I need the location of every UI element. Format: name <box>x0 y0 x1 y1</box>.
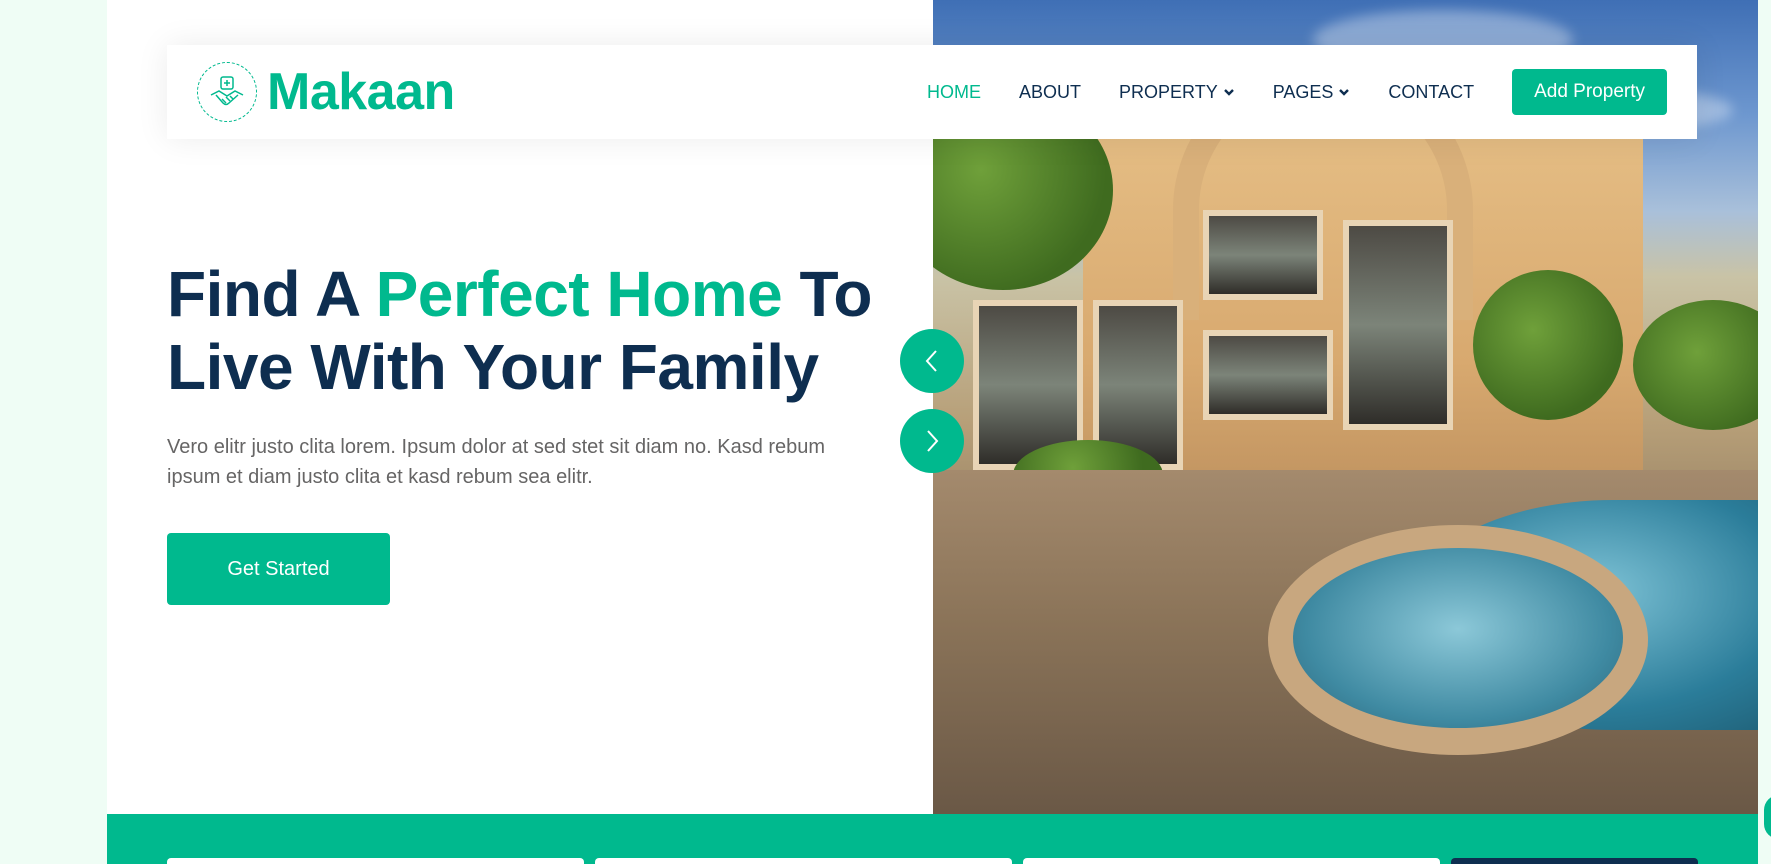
search-button[interactable] <box>1451 858 1698 864</box>
nav-home-label: HOME <box>927 81 981 102</box>
get-started-button[interactable]: Get Started <box>167 533 390 605</box>
hero-title-accent: Perfect Home <box>375 258 783 330</box>
search-keyword-field[interactable] <box>167 858 584 864</box>
brand-name: Makaan <box>267 63 455 121</box>
location-select[interactable] <box>1023 858 1440 864</box>
nav-property[interactable]: PROPERTY <box>1119 82 1235 103</box>
hero-description: Vero elitr justo clita lorem. Ipsum dolo… <box>167 436 826 488</box>
nav-contact[interactable]: CONTACT <box>1388 82 1474 103</box>
nav-contact-label: CONTACT <box>1388 81 1475 102</box>
navbar: Makaan HOME ABOUT PROPERTY PAGES CONTACT… <box>167 45 1697 139</box>
nav-pages[interactable]: PAGES <box>1273 82 1351 103</box>
chevron-down-icon <box>1223 89 1234 96</box>
handshake-icon <box>197 62 257 122</box>
nav-pages-label: PAGES <box>1272 81 1334 102</box>
brand-logo[interactable]: Makaan <box>197 62 455 122</box>
nav-property-label: PROPERTY <box>1119 81 1218 102</box>
hero-title-part1: Find A <box>167 258 376 330</box>
add-property-button[interactable]: Add Property <box>1512 69 1667 115</box>
page-margin-right <box>1758 0 1771 864</box>
chevron-right-icon <box>927 430 939 452</box>
chevron-left-icon <box>925 350 937 372</box>
nav-about-label: ABOUT <box>1019 81 1082 102</box>
hero-title: Find A Perfect Home To Live With Your Fa… <box>167 258 887 404</box>
carousel-next-button[interactable] <box>900 409 964 473</box>
search-band <box>107 814 1758 864</box>
chevron-down-icon <box>1339 89 1350 96</box>
nav-home[interactable]: HOME <box>927 82 981 103</box>
main-nav: HOME ABOUT PROPERTY PAGES CONTACT Add Pr… <box>927 69 1667 115</box>
nav-about[interactable]: ABOUT <box>1019 82 1081 103</box>
carousel-prev-button[interactable] <box>900 329 964 393</box>
property-type-select[interactable] <box>595 858 1012 864</box>
